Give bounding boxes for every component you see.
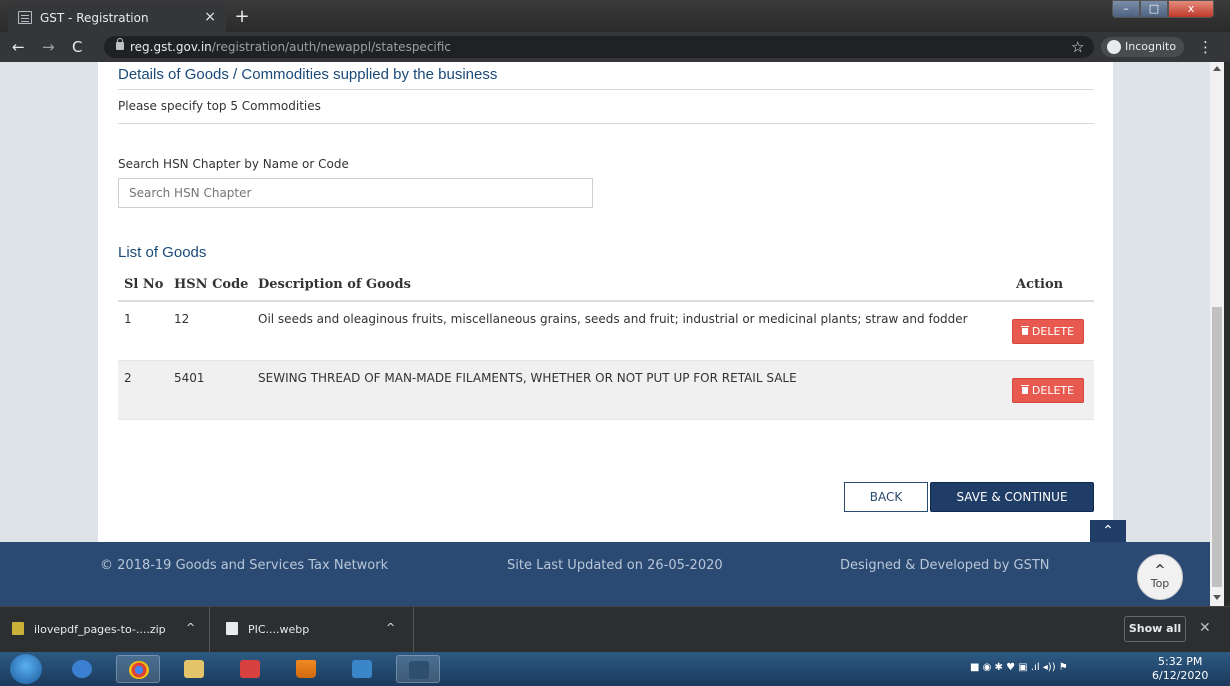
delete-label: DELETE — [1031, 384, 1075, 397]
scroll-up-arrow-icon[interactable] — [1213, 66, 1221, 71]
chevron-up-icon[interactable]: ⌃ — [1090, 520, 1126, 542]
header-description: Description of Goods — [258, 277, 411, 292]
taskbar-ie[interactable] — [60, 655, 104, 683]
window-controls: – □ x — [1112, 0, 1224, 20]
table-row: 2 5401 SEWING THREAD OF MAN-MADE FILAMEN… — [118, 361, 1094, 420]
new-tab-button[interactable]: + — [232, 8, 252, 28]
browser-menu-icon[interactable]: ⋮ — [1198, 38, 1213, 56]
footer-copyright: © 2018-19 Goods and Services Tax Network — [100, 558, 389, 573]
app-icon — [352, 660, 372, 678]
cell-description: SEWING THREAD OF MAN-MADE FILAMENTS, WHE… — [258, 371, 797, 385]
close-window-button[interactable]: x — [1168, 0, 1214, 18]
taskbar-chrome[interactable] — [116, 655, 160, 683]
back-to-top-button[interactable]: ^ Top — [1137, 554, 1183, 600]
header-hsn-code: HSN Code — [174, 277, 249, 292]
downloads-bar: ilovepdf_pages-to-....zip ^ PIC....webp … — [0, 606, 1230, 653]
scrollbar-thumb[interactable] — [1212, 307, 1222, 587]
url-path: /registration/auth/newappl/statespecific — [211, 40, 451, 54]
cell-hsn-code: 5401 — [174, 371, 205, 385]
delete-button[interactable]: DELETE — [1012, 378, 1084, 403]
divider — [118, 89, 1094, 90]
taskbar-app[interactable] — [228, 655, 272, 683]
search-label: Search HSN Chapter by Name or Code — [118, 157, 349, 171]
browser-tab[interactable]: GST - Registration × — [8, 4, 226, 32]
taskbar-app[interactable] — [396, 655, 440, 683]
app-icon — [240, 660, 260, 678]
table-row: 1 12 Oil seeds and oleaginous fruits, mi… — [118, 302, 1094, 361]
minimize-button[interactable]: – — [1112, 0, 1140, 18]
save-continue-button[interactable]: SAVE & CONTINUE — [930, 482, 1094, 512]
cell-sl-no: 2 — [124, 371, 132, 385]
delete-button[interactable]: DELETE — [1012, 319, 1084, 344]
cell-description: Oil seeds and oleaginous fruits, miscell… — [258, 312, 968, 326]
tab-close-icon[interactable]: × — [204, 9, 216, 25]
internet-explorer-icon — [72, 660, 92, 678]
download-name: PIC....webp — [248, 623, 310, 636]
divider — [118, 123, 1094, 124]
cell-sl-no: 1 — [124, 312, 132, 326]
list-title: List of Goods — [118, 244, 207, 261]
windows-taskbar: ■ ◉ ✱ ♥ ▣ .ıl ◂)) ⚑ 5:32 PM 6/12/2020 — [0, 652, 1230, 686]
start-button[interactable] — [10, 654, 42, 684]
close-icon[interactable]: ✕ — [1199, 620, 1211, 636]
taskbar-vlc[interactable] — [284, 655, 328, 683]
trash-icon — [1020, 385, 1029, 394]
header-action: Action — [1016, 277, 1064, 292]
tab-title: GST - Registration — [40, 11, 149, 25]
reload-icon[interactable]: C — [72, 38, 82, 56]
footer-developer: Designed & Developed by GSTN — [840, 558, 1050, 573]
app-icon — [409, 661, 429, 679]
clock-time: 5:32 PM — [1158, 655, 1203, 668]
chevron-up-icon[interactable]: ^ — [386, 621, 395, 634]
hsn-search-input[interactable] — [118, 178, 593, 208]
taskbar-clock[interactable]: 5:32 PM 6/12/2020 — [1152, 655, 1208, 683]
forward-arrow-icon[interactable]: → — [42, 38, 55, 56]
delete-label: DELETE — [1031, 325, 1075, 338]
taskbar-app[interactable] — [340, 655, 384, 683]
bookmark-star-icon[interactable]: ☆ — [1071, 38, 1084, 56]
folder-icon — [184, 660, 204, 678]
download-item[interactable]: ilovepdf_pages-to-....zip ^ — [0, 607, 210, 653]
taskbar-explorer[interactable] — [172, 655, 216, 683]
image-file-icon — [226, 622, 238, 635]
url-host: reg.gst.gov.in — [130, 40, 212, 54]
zip-file-icon — [12, 622, 24, 635]
browser-tab-bar: GST - Registration × + – □ x — [0, 0, 1230, 32]
top-label: Top — [1150, 577, 1170, 590]
system-tray[interactable]: ■ ◉ ✱ ♥ ▣ .ıl ◂)) ⚑ — [970, 662, 1068, 673]
incognito-badge[interactable]: Incognito — [1101, 37, 1185, 57]
section-title: Details of Goods / Commodities supplied … — [118, 66, 498, 83]
maximize-button[interactable]: □ — [1140, 0, 1168, 18]
clock-date: 6/12/2020 — [1152, 669, 1209, 682]
vlc-cone-icon — [296, 660, 316, 678]
chevron-up-icon: ^ — [1154, 563, 1166, 578]
browser-toolbar: ← → C reg.gst.gov.in/registration/auth/n… — [0, 32, 1230, 62]
section-subtitle: Please specify top 5 Commodities — [118, 99, 321, 113]
page-viewport: Details of Goods / Commodities supplied … — [0, 62, 1210, 606]
table-header: Sl No HSN Code Description of Goods Acti… — [118, 268, 1094, 302]
download-name: ilovepdf_pages-to-....zip — [34, 623, 166, 636]
back-button[interactable]: BACK — [844, 482, 928, 512]
footer-last-updated: Site Last Updated on 26-05-2020 — [507, 558, 723, 573]
chrome-icon — [129, 661, 149, 679]
tab-favicon-icon — [18, 11, 32, 24]
window-border — [1224, 62, 1230, 606]
goods-details-card: Details of Goods / Commodities supplied … — [98, 62, 1113, 542]
chevron-up-icon[interactable]: ^ — [186, 621, 195, 634]
cell-hsn-code: 12 — [174, 312, 190, 326]
vertical-scrollbar[interactable] — [1210, 62, 1224, 606]
download-item[interactable]: PIC....webp ^ — [210, 607, 414, 653]
header-sl-no: Sl No — [124, 277, 164, 292]
lock-icon — [116, 38, 124, 50]
back-arrow-icon[interactable]: ← — [12, 38, 25, 56]
trash-icon — [1020, 326, 1029, 335]
show-all-button[interactable]: Show all — [1124, 616, 1186, 642]
site-footer: © 2018-19 Goods and Services Tax Network… — [0, 542, 1210, 606]
scroll-down-arrow-icon[interactable] — [1213, 595, 1221, 600]
url-text[interactable]: reg.gst.gov.in/registration/auth/newappl… — [130, 40, 451, 54]
goods-table: Sl No HSN Code Description of Goods Acti… — [118, 268, 1094, 420]
